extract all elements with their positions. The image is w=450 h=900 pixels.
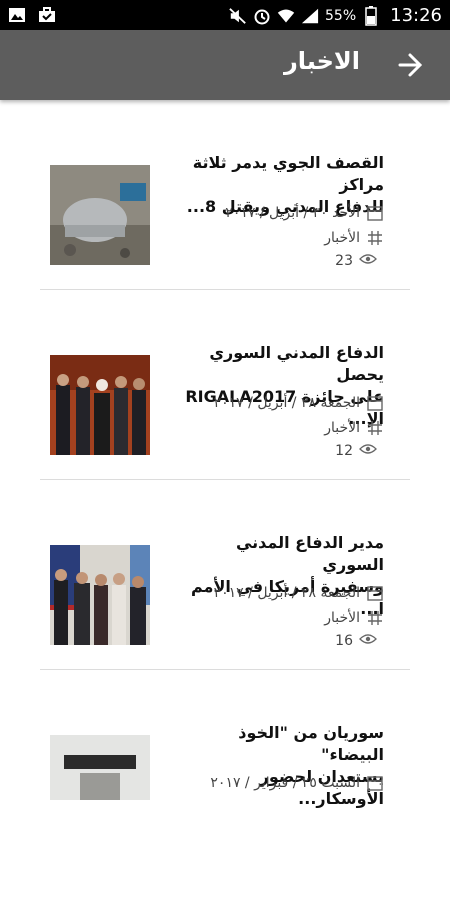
divider (40, 289, 410, 290)
news-date: السبت ٢٥ / فبراير / ٢٠١٧ (210, 775, 360, 791)
news-date-row: الأحد ٣٠ / أبريل / ٢٠١٧ (225, 204, 384, 222)
news-views: 16 (335, 633, 353, 649)
hash-icon (366, 229, 384, 247)
news-category-row: الأخبار (324, 609, 384, 627)
clock: 13:26 (390, 5, 442, 26)
news-views: 23 (335, 253, 353, 269)
eye-icon (359, 633, 377, 649)
calendar-icon (366, 774, 384, 792)
image-icon (8, 6, 26, 24)
briefcase-check-icon (38, 6, 56, 24)
eye-icon (359, 253, 377, 269)
battery-icon (362, 5, 380, 26)
news-title[interactable]: الدفاع المدني السوري يحصل على جائزة RIGA… (174, 342, 384, 430)
news-item[interactable]: القصف الجوي يدمر ثلاثة مراكز للدفاع المد… (40, 140, 410, 330)
page-title: الاخبار (283, 47, 360, 75)
calendar-icon (366, 394, 384, 412)
news-thumbnail[interactable] (50, 545, 150, 645)
news-views-row: 23 (335, 253, 377, 269)
wifi-icon (277, 7, 295, 25)
news-item[interactable]: الدفاع المدني السوري يحصل على جائزة RIGA… (40, 330, 410, 520)
news-category: الأخبار (324, 420, 360, 436)
eye-icon (359, 443, 377, 459)
news-thumbnail[interactable] (50, 355, 150, 455)
news-views-row: 16 (335, 633, 377, 649)
calendar-icon (366, 204, 384, 222)
news-category-row: الأخبار (324, 229, 384, 247)
hash-icon (366, 419, 384, 437)
back-arrow-icon[interactable] (396, 51, 424, 79)
news-views: 12 (335, 443, 353, 459)
news-category-row: الأخبار (324, 419, 384, 437)
news-category: الأخبار (324, 230, 360, 246)
news-thumbnail[interactable] (50, 735, 150, 800)
battery-percent: 55% (325, 7, 357, 24)
divider (40, 669, 410, 670)
app-bar: الاخبار (0, 30, 450, 100)
news-date: الجمعة ٢٨ / أبريل / ٢٠١٧ (213, 585, 360, 601)
news-item[interactable]: سوريان من "الخوذ البيضاء" يستعدان لحضور … (40, 710, 410, 900)
divider (40, 479, 410, 480)
news-item[interactable]: مدير الدفاع المدني السوري وسفيرة أمريكا … (40, 520, 410, 710)
news-thumbnail[interactable] (50, 165, 150, 265)
news-title[interactable]: مدير الدفاع المدني السوري وسفيرة أمريكا … (174, 532, 384, 620)
status-bar: 55% 13:26 (0, 0, 450, 30)
alarm-icon (253, 7, 271, 25)
news-list: القصف الجوي يدمر ثلاثة مراكز للدفاع المد… (0, 100, 450, 808)
news-category: الأخبار (324, 610, 360, 626)
news-date: الأحد ٣٠ / أبريل / ٢٠١٧ (225, 205, 360, 221)
news-date-row: الجمعة ٢٨ / أبريل / ٢٠١٧ (214, 394, 384, 412)
news-title[interactable]: سوريان من "الخوذ البيضاء" يستعدان لحضور … (174, 722, 384, 810)
calendar-icon (366, 584, 384, 602)
mute-icon (229, 7, 247, 25)
news-date-row: الجمعة ٢٨ / أبريل / ٢٠١٧ (214, 584, 384, 602)
news-views-row: 12 (335, 443, 377, 459)
news-date-row: السبت ٢٥ / فبراير / ٢٠١٧ (210, 774, 384, 792)
news-date: الجمعة ٢٨ / أبريل / ٢٠١٧ (213, 395, 360, 411)
hash-icon (366, 609, 384, 627)
signal-icon (301, 7, 319, 25)
